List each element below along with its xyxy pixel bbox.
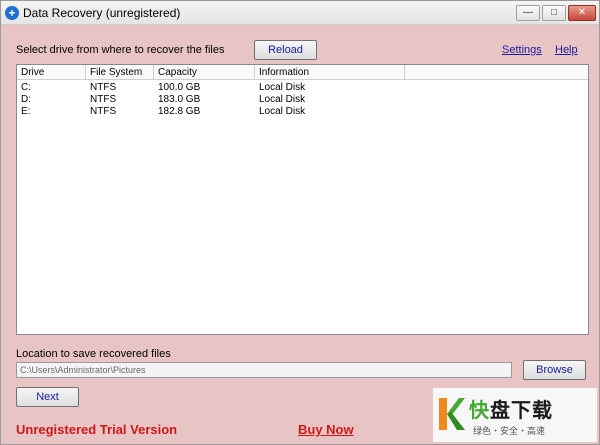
watermark-subtitle: 绿色・安全・高速	[473, 427, 546, 437]
site-watermark: 快盘下载 绿色・安全・高速	[433, 388, 597, 442]
drive-file-system: NTFS	[90, 94, 117, 105]
drive-prompt-label: Select drive from where to recover the f…	[16, 44, 225, 56]
drive-list-header: Drive File System Capacity Information	[17, 65, 588, 80]
drive-information: Local Disk	[259, 106, 306, 117]
drive-information: Local Disk	[259, 82, 306, 93]
drive-list[interactable]: Drive File System Capacity Information C…	[16, 64, 589, 335]
title-bar[interactable]: + Data Recovery (unregistered) — □ ✕	[1, 1, 599, 25]
maximize-button[interactable]: □	[542, 5, 566, 21]
window-title: Data Recovery (unregistered)	[23, 6, 181, 20]
trial-version-label: Unregistered Trial Version	[16, 422, 178, 437]
watermark-title-green: 快	[469, 398, 490, 422]
column-header-file-system[interactable]: File System	[86, 65, 154, 80]
next-button[interactable]: Next	[16, 387, 79, 407]
save-location-label: Location to save recovered files	[16, 348, 171, 360]
drive-row[interactable]: D: NTFS 183.0 GB Local Disk	[17, 94, 588, 106]
drive-capacity: 183.0 GB	[158, 94, 201, 105]
help-link[interactable]: Help	[555, 44, 578, 56]
save-location-input[interactable]: C:\Users\Administrator\Pictures	[16, 362, 512, 378]
drive-information: Local Disk	[259, 94, 306, 105]
close-button[interactable]: ✕	[568, 5, 596, 21]
watermark-logo-icon	[439, 398, 465, 430]
settings-link[interactable]: Settings	[502, 44, 542, 56]
drive-letter: D:	[21, 94, 31, 105]
drive-file-system: NTFS	[90, 82, 117, 93]
column-header-information[interactable]: Information	[255, 65, 405, 80]
watermark-title-rest: 盘下载	[490, 398, 553, 422]
drive-letter: C:	[21, 82, 31, 93]
drive-file-system: NTFS	[90, 106, 117, 117]
drive-row[interactable]: E: NTFS 182.8 GB Local Disk	[17, 106, 588, 118]
drive-capacity: 182.8 GB	[158, 106, 201, 117]
browse-button[interactable]: Browse	[523, 360, 586, 380]
minimize-button[interactable]: —	[516, 5, 540, 21]
drive-letter: E:	[21, 106, 31, 117]
drive-row[interactable]: C: NTFS 100.0 GB Local Disk	[17, 82, 588, 94]
column-header-capacity[interactable]: Capacity	[154, 65, 255, 80]
buy-now-link[interactable]: Buy Now	[298, 422, 354, 437]
column-header-drive[interactable]: Drive	[17, 65, 86, 80]
reload-button[interactable]: Reload	[254, 40, 317, 60]
app-plus-icon: +	[5, 6, 19, 20]
app-window: + Data Recovery (unregistered) — □ ✕ Sel…	[0, 0, 600, 445]
drive-capacity: 100.0 GB	[158, 82, 201, 93]
watermark-title: 快盘下载	[469, 394, 553, 423]
